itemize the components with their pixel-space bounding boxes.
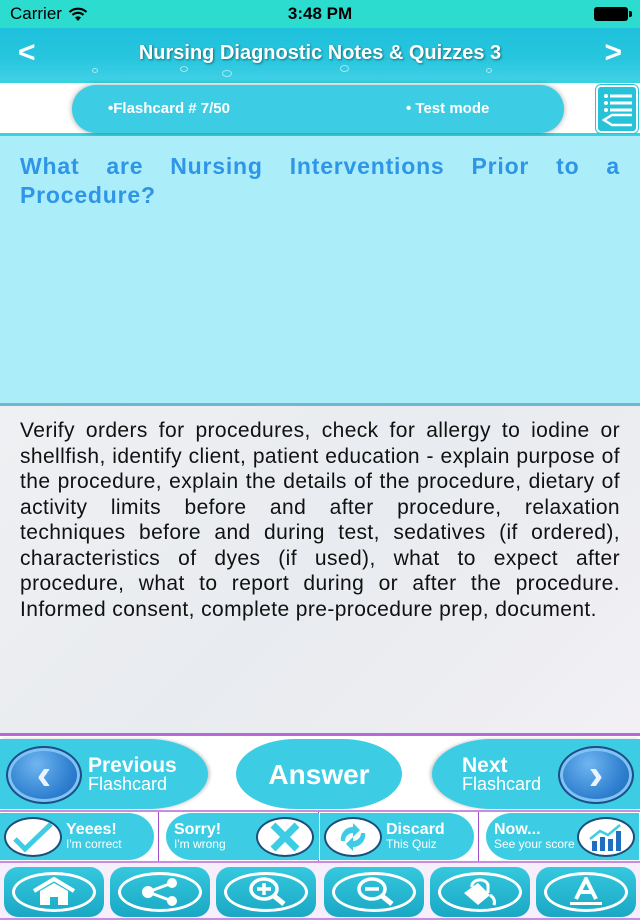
previous-main-label: Previous (88, 754, 177, 777)
next-sub-label: Flashcard (462, 774, 542, 794)
flashcard-navigation-row: ‹ Previous Flashcard Answer Next Flashca… (0, 733, 640, 810)
discard-sub-label: This Quiz (386, 837, 437, 851)
see-score-button[interactable]: Now... See your score (480, 812, 639, 861)
share-icon (118, 872, 202, 912)
chevron-right-icon: › (558, 746, 634, 804)
correct-main-label: Yeees! (66, 821, 117, 838)
list-edit-icon (601, 94, 632, 127)
home-icon (12, 872, 96, 912)
discard-quiz-button[interactable]: Discard This Quiz (320, 812, 479, 861)
fill-color-button[interactable] (430, 867, 530, 917)
discard-main-label: Discard (386, 821, 445, 838)
navigation-bar: < Nursing Diagnostic Notes & Quizzes 3 > (0, 28, 640, 80)
next-flashcard-button[interactable]: Next Flashcard › (432, 739, 640, 809)
wrong-main-label: Sorry! (174, 821, 222, 838)
bar-chart-icon (577, 817, 635, 857)
back-button[interactable]: < (18, 36, 36, 70)
previous-sub-label: Flashcard (88, 774, 168, 794)
answer-button[interactable]: Answer (236, 739, 402, 809)
wrong-sub-label: I'm wrong (174, 837, 226, 851)
correct-sub-label: I'm correct (66, 837, 122, 851)
share-button[interactable] (110, 867, 210, 917)
checkmark-icon (4, 817, 62, 857)
zoom-in-button[interactable] (216, 867, 316, 917)
paint-bucket-icon (438, 872, 522, 912)
zoom-out-button[interactable] (324, 867, 424, 917)
quiz-action-row: Yeees! I'm correct Sorry! I'm wrong Disc… (0, 810, 640, 863)
forward-button[interactable]: > (604, 36, 622, 70)
decorative-bubble (92, 68, 98, 73)
app-title: Nursing Diagnostic Notes & Quizzes 3 (138, 42, 502, 64)
home-button[interactable] (4, 867, 104, 917)
previous-label: Previous Flashcard (88, 754, 177, 794)
x-mark-icon (256, 817, 314, 857)
font-icon (544, 872, 628, 912)
font-button[interactable] (536, 867, 636, 917)
zoom-in-icon (224, 872, 308, 912)
status-bar: Carrier 3:48 PM (0, 0, 640, 28)
next-main-label: Next (462, 754, 508, 777)
zoom-out-icon (332, 872, 416, 912)
answer-text: Verify orders for procedures, check for … (20, 419, 620, 621)
decorative-bubble (486, 68, 492, 73)
info-strip: •Flashcard # 7/50 • Test mode (0, 80, 640, 136)
score-label: Now... See your score (494, 822, 575, 852)
flashcard-counter: •Flashcard # 7/50 (108, 100, 230, 117)
answer-panel: Verify orders for procedures, check for … (0, 406, 640, 733)
decorative-bubble (222, 70, 232, 77)
flashcard-info-pill: •Flashcard # 7/50 • Test mode (72, 85, 564, 133)
next-label: Next Flashcard (462, 754, 542, 794)
chevron-left-icon: ‹ (6, 746, 82, 804)
battery-full-icon (594, 7, 632, 21)
score-main-label: Now... (494, 821, 541, 838)
score-sub-label: See your score (494, 837, 575, 851)
question-text: What are Nursing Interventions Prior to … (20, 153, 620, 208)
wrong-label: Sorry! I'm wrong (174, 822, 226, 852)
wrong-button[interactable]: Sorry! I'm wrong (160, 812, 319, 861)
question-panel: What are Nursing Interventions Prior to … (0, 136, 640, 406)
bottom-toolbar (0, 863, 640, 920)
correct-label: Yeees! I'm correct (66, 822, 122, 852)
recycle-icon (324, 817, 382, 857)
discard-label: Discard This Quiz (386, 822, 445, 852)
clock: 3:48 PM (287, 4, 353, 23)
previous-flashcard-button[interactable]: ‹ Previous Flashcard (0, 739, 208, 809)
correct-button[interactable]: Yeees! I'm correct (0, 812, 159, 861)
answer-button-label: Answer (268, 759, 370, 790)
flashcard-list-button[interactable] (595, 84, 639, 134)
decorative-bubble (340, 65, 349, 72)
decorative-bubble (180, 66, 188, 72)
mode-label: • Test mode (406, 100, 490, 117)
